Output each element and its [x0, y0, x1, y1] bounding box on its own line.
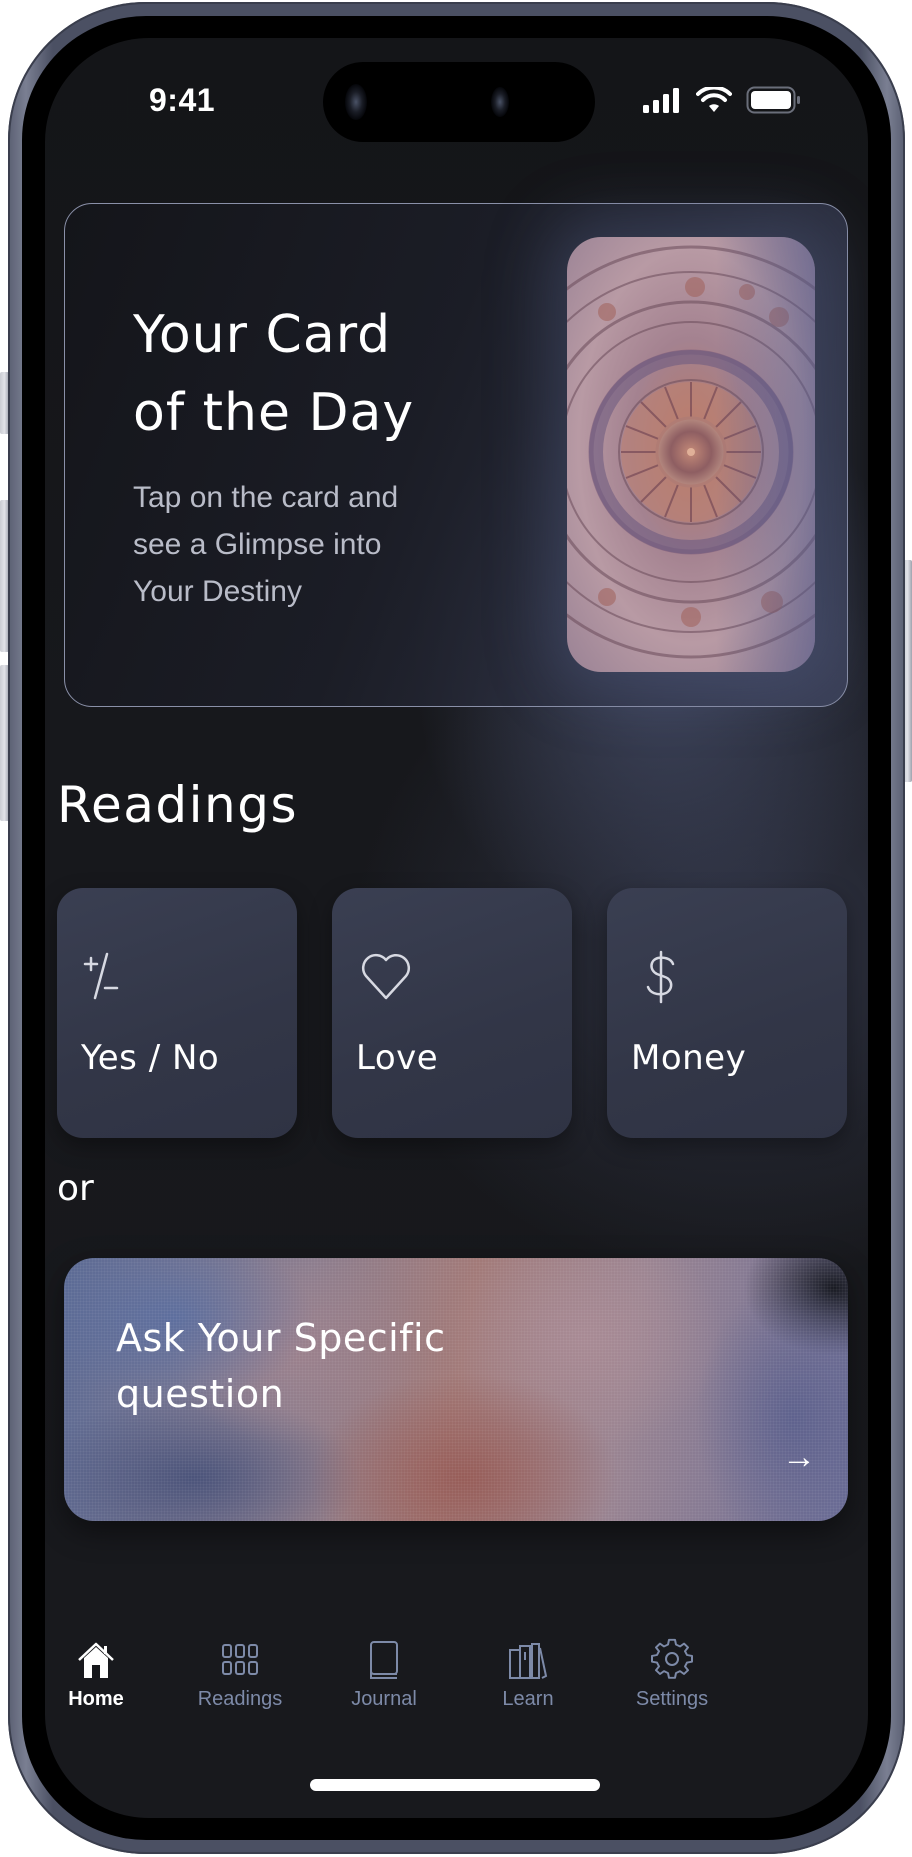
- readings-title: Readings: [57, 776, 299, 834]
- dynamic-island: [323, 62, 595, 142]
- card-of-day-subtitle: Tap on the card and see a Glimpse into Y…: [133, 474, 463, 615]
- heart-icon: [361, 953, 411, 1000]
- dollar-icon: [646, 950, 675, 1004]
- books-icon: [509, 1643, 548, 1679]
- astrological-wheel-image: [567, 237, 815, 672]
- subtitle-line-1: Tap on the card and: [133, 481, 399, 514]
- title-line-1: Your Card: [133, 305, 392, 365]
- subtitle-line-2: see a Glimpse into: [133, 528, 382, 561]
- tab-label: Learn: [502, 1688, 554, 1710]
- reading-label: Love: [356, 1038, 439, 1078]
- tab-bar: Home Readings Journal Learn Settings: [45, 1638, 868, 1718]
- tab-settings[interactable]: Settings: [607, 1638, 737, 1711]
- or-separator: or: [57, 1168, 94, 1209]
- reading-label: Money: [631, 1038, 747, 1078]
- front-camera-icon: [345, 84, 367, 120]
- status-time: 9:41: [149, 82, 216, 118]
- grid-icon: [222, 1644, 258, 1675]
- card-of-day-title: Your Card of the Day: [133, 296, 414, 452]
- tab-learn[interactable]: Learn: [463, 1638, 593, 1711]
- tarot-card-image[interactable]: [567, 237, 815, 672]
- ask-title-line-2: question: [116, 1372, 285, 1416]
- plus-minus-icon: [83, 952, 119, 1000]
- cellular-signal-icon: [643, 88, 679, 113]
- tab-readings[interactable]: Readings: [175, 1638, 305, 1711]
- tab-label: Home: [68, 1688, 124, 1710]
- reading-tile-money[interactable]: Money: [607, 888, 847, 1138]
- reading-tile-yes-no[interactable]: Yes / No: [57, 888, 297, 1138]
- battery-icon: [746, 86, 800, 114]
- tab-label: Readings: [197, 1688, 283, 1710]
- sensor-icon: [491, 87, 509, 117]
- tab-label: Settings: [635, 1688, 709, 1710]
- arrow-right-icon[interactable]: →: [782, 1438, 816, 1477]
- card-of-the-day[interactable]: Your Card of the Day Tap on the card and…: [64, 203, 848, 707]
- subtitle-line-3: Your Destiny: [133, 575, 302, 608]
- ask-title-line-1: Ask Your Specific: [116, 1316, 446, 1360]
- book-icon: [370, 1641, 398, 1679]
- ask-question-card[interactable]: Ask Your Specific question →: [64, 1258, 848, 1521]
- app-screen: 9:41 Your Card of the Day Tap on the car…: [45, 38, 868, 1818]
- home-icon: [78, 1642, 114, 1678]
- gear-icon: [651, 1638, 693, 1679]
- tab-label: Journal: [351, 1688, 417, 1710]
- tab-journal[interactable]: Journal: [319, 1638, 449, 1711]
- tab-home[interactable]: Home: [45, 1638, 161, 1711]
- status-icons: [642, 86, 802, 114]
- title-line-2: of the Day: [133, 383, 415, 443]
- wifi-icon: [696, 87, 732, 112]
- ask-question-title: Ask Your Specific question: [116, 1310, 556, 1422]
- home-indicator[interactable]: [310, 1779, 600, 1791]
- reading-tile-love[interactable]: Love: [332, 888, 572, 1138]
- reading-label: Yes / No: [81, 1038, 220, 1078]
